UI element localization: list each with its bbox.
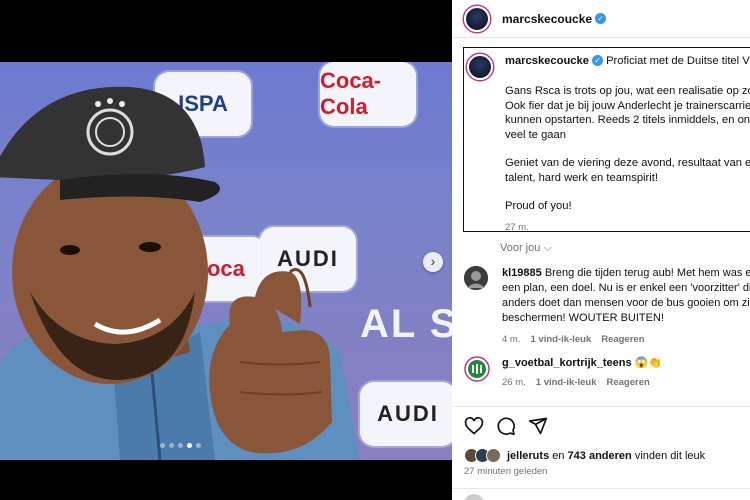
comment-likes[interactable]: 1 vind-ik-leuk xyxy=(530,332,591,347)
post-timestamp: 27 minuten geleden xyxy=(464,466,548,477)
carousel-dot xyxy=(178,443,183,448)
caption-avatar[interactable] xyxy=(467,54,493,80)
carousel-dot xyxy=(196,443,201,448)
likes-summary: jelleruts en 743 anderen vinden dit leuk xyxy=(464,448,705,463)
for-you-label: Voor jou xyxy=(500,242,541,254)
post-media: ISPA Coca-Cola Coca AUDI AUDI AL S › xyxy=(0,0,452,500)
comment-likes[interactable]: 1 vind-ik-leuk xyxy=(536,375,597,390)
commenter-username[interactable]: g_voetbal_kortrijk_teens xyxy=(502,357,632,369)
liker-avatar xyxy=(486,448,501,463)
liker-username[interactable]: jelleruts xyxy=(507,450,549,462)
comment-text: 😱👏 xyxy=(634,357,663,369)
author-avatar[interactable] xyxy=(464,5,490,32)
comment-time: 26 m. xyxy=(502,377,526,388)
comment-input-divider xyxy=(452,488,750,489)
chevron-right-icon[interactable]: › xyxy=(423,252,443,272)
current-user-avatar xyxy=(464,494,484,500)
comment-meta: 26 m. 1 vind-ik-leuk Reageren xyxy=(502,375,750,390)
verified-badge-icon: ✓ xyxy=(595,13,607,24)
comment-meta: 4 m. 1 vind-ik-leuk Reageren xyxy=(502,332,750,347)
caption-paragraph: Proud of you! xyxy=(505,200,572,212)
carousel-dots xyxy=(160,443,201,448)
reply-button[interactable]: Reageren xyxy=(601,332,644,347)
liker-avatars xyxy=(464,448,501,463)
verified-badge-icon: ✓ xyxy=(591,55,603,66)
caption-time: 27 m. xyxy=(505,221,529,233)
caption-paragraph: Geniet van de viering deze avond, result… xyxy=(505,157,750,184)
heart-icon[interactable] xyxy=(464,416,484,436)
caption: marcskecoucke ✓ Proficiat met de Duitse t… xyxy=(463,47,750,233)
caption-username[interactable]: marcskecoucke xyxy=(505,55,589,67)
person-illustration xyxy=(0,86,360,460)
post-photo[interactable]: ISPA Coca-Cola Coca AUDI AUDI AL S xyxy=(0,62,452,460)
likes-count[interactable]: 743 anderen xyxy=(568,450,632,462)
reply-button[interactable]: Reageren xyxy=(606,375,649,390)
actions-divider xyxy=(452,406,750,407)
carousel-dot-active xyxy=(187,443,192,448)
likes-connector: en xyxy=(552,449,565,462)
chevron-down-icon: ⌵ xyxy=(543,242,552,254)
instagram-post-view: ISPA Coca-Cola Coca AUDI AUDI AL S › mar… xyxy=(0,0,750,500)
comment-icon[interactable] xyxy=(496,416,516,436)
commenter-avatar[interactable] xyxy=(464,266,488,290)
for-you-filter[interactable]: Voor jou ⌵ xyxy=(500,242,552,255)
author-username[interactable]: marcskecoucke xyxy=(502,12,592,26)
post-sidebar: marcskecoucke ✓ marcskecoucke ✓ Proficiat… xyxy=(452,0,750,500)
carousel-dot xyxy=(160,443,165,448)
caption-first-line: Proficiat met de Duitse titel Vince xyxy=(606,55,750,67)
carousel-dot xyxy=(169,443,174,448)
likes-suffix: vinden dit leuk xyxy=(634,449,706,462)
share-icon[interactable] xyxy=(528,416,548,436)
commenter-username[interactable]: kl19885 xyxy=(502,267,542,279)
post-actions xyxy=(464,416,548,436)
commenter-avatar[interactable] xyxy=(464,356,490,382)
caption-paragraph: Gans Rsca is trots op jou, wat een reali… xyxy=(505,85,750,141)
post-header: marcskecoucke ✓ xyxy=(452,0,750,38)
caption-body: Gans Rsca is trots op jou, wat een reali… xyxy=(505,84,750,214)
comment-time: 4 m. xyxy=(502,334,521,345)
